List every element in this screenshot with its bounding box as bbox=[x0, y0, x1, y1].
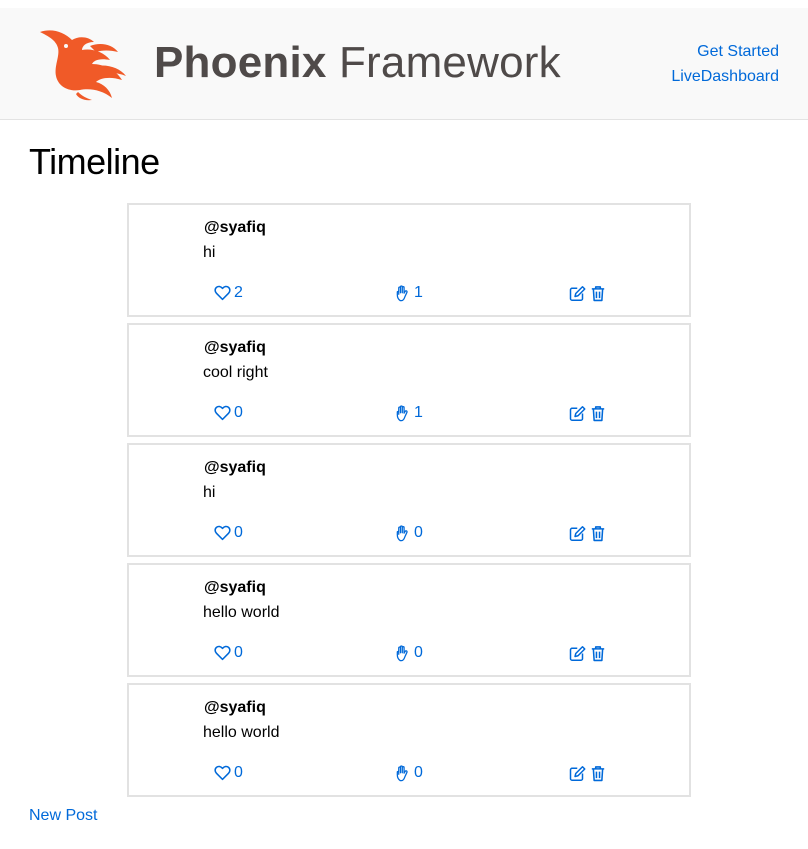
post-tools bbox=[569, 763, 605, 783]
trash-icon[interactable] bbox=[591, 765, 605, 782]
trash-icon[interactable] bbox=[591, 285, 605, 302]
post-username: @syafiq bbox=[204, 339, 266, 356]
like-count: 0 bbox=[234, 644, 243, 661]
post-card: @syafiq cool right 0 1 bbox=[127, 323, 691, 437]
like-count: 0 bbox=[234, 404, 243, 421]
post-list: @syafiq hi 2 1 @syafiq cool right 0 1 @s… bbox=[127, 203, 691, 803]
repost-count: 0 bbox=[414, 764, 423, 781]
nav-link-get-started[interactable]: Get Started bbox=[671, 39, 779, 64]
post-body: hello world bbox=[203, 724, 280, 741]
phoenix-logo-icon[interactable] bbox=[38, 26, 128, 102]
brand-name-bold: Phoenix bbox=[154, 38, 327, 87]
like-count: 0 bbox=[234, 764, 243, 781]
like-count: 2 bbox=[234, 284, 243, 301]
trash-icon[interactable] bbox=[591, 525, 605, 542]
repost-button[interactable]: 0 bbox=[395, 643, 423, 663]
trash-icon[interactable] bbox=[591, 645, 605, 662]
post-tools bbox=[569, 523, 605, 543]
like-button[interactable]: 0 bbox=[214, 763, 243, 783]
repost-count: 1 bbox=[414, 284, 423, 301]
post-tools bbox=[569, 283, 605, 303]
heart-icon bbox=[214, 285, 231, 301]
post-tools bbox=[569, 403, 605, 423]
hand-icon bbox=[395, 764, 411, 782]
heart-icon bbox=[214, 645, 231, 661]
site-header: Phoenix Framework Get Started LiveDashbo… bbox=[0, 8, 808, 120]
brand-name[interactable]: Phoenix Framework bbox=[154, 38, 561, 88]
heart-icon bbox=[214, 765, 231, 781]
post-username: @syafiq bbox=[204, 579, 266, 596]
post-tools bbox=[569, 643, 605, 663]
repost-button[interactable]: 0 bbox=[395, 523, 423, 543]
post-body: hello world bbox=[203, 604, 280, 621]
hand-icon bbox=[395, 524, 411, 542]
new-post-link[interactable]: New Post bbox=[29, 806, 97, 826]
repost-button[interactable]: 0 bbox=[395, 763, 423, 783]
hand-icon bbox=[395, 644, 411, 662]
like-button[interactable]: 0 bbox=[214, 403, 243, 423]
like-button[interactable]: 0 bbox=[214, 523, 243, 543]
trash-icon[interactable] bbox=[591, 405, 605, 422]
like-button[interactable]: 2 bbox=[214, 283, 243, 303]
nav-link-livedashboard[interactable]: LiveDashboard bbox=[671, 64, 779, 89]
hand-icon bbox=[395, 404, 411, 422]
post-body: hi bbox=[203, 244, 216, 261]
heart-icon bbox=[214, 405, 231, 421]
post-card: @syafiq hello world 0 0 bbox=[127, 683, 691, 797]
hand-icon bbox=[395, 284, 411, 302]
repost-button[interactable]: 1 bbox=[395, 283, 423, 303]
edit-icon[interactable] bbox=[569, 285, 587, 302]
edit-icon[interactable] bbox=[569, 405, 587, 422]
header-nav: Get Started LiveDashboard bbox=[671, 39, 779, 89]
edit-icon[interactable] bbox=[569, 645, 587, 662]
post-username: @syafiq bbox=[204, 219, 266, 236]
edit-icon[interactable] bbox=[569, 525, 587, 542]
like-count: 0 bbox=[234, 524, 243, 541]
edit-icon[interactable] bbox=[569, 765, 587, 782]
repost-button[interactable]: 1 bbox=[395, 403, 423, 423]
heart-icon bbox=[214, 525, 231, 541]
page-title: Timeline bbox=[29, 141, 160, 182]
post-username: @syafiq bbox=[204, 459, 266, 476]
post-body: hi bbox=[203, 484, 216, 501]
repost-count: 1 bbox=[414, 404, 423, 421]
brand-name-light: Framework bbox=[338, 38, 561, 87]
repost-count: 0 bbox=[414, 524, 423, 541]
post-card: @syafiq hello world 0 0 bbox=[127, 563, 691, 677]
like-button[interactable]: 0 bbox=[214, 643, 243, 663]
post-card: @syafiq hi 2 1 bbox=[127, 203, 691, 317]
post-body: cool right bbox=[203, 364, 268, 381]
post-card: @syafiq hi 0 0 bbox=[127, 443, 691, 557]
post-username: @syafiq bbox=[204, 699, 266, 716]
repost-count: 0 bbox=[414, 644, 423, 661]
